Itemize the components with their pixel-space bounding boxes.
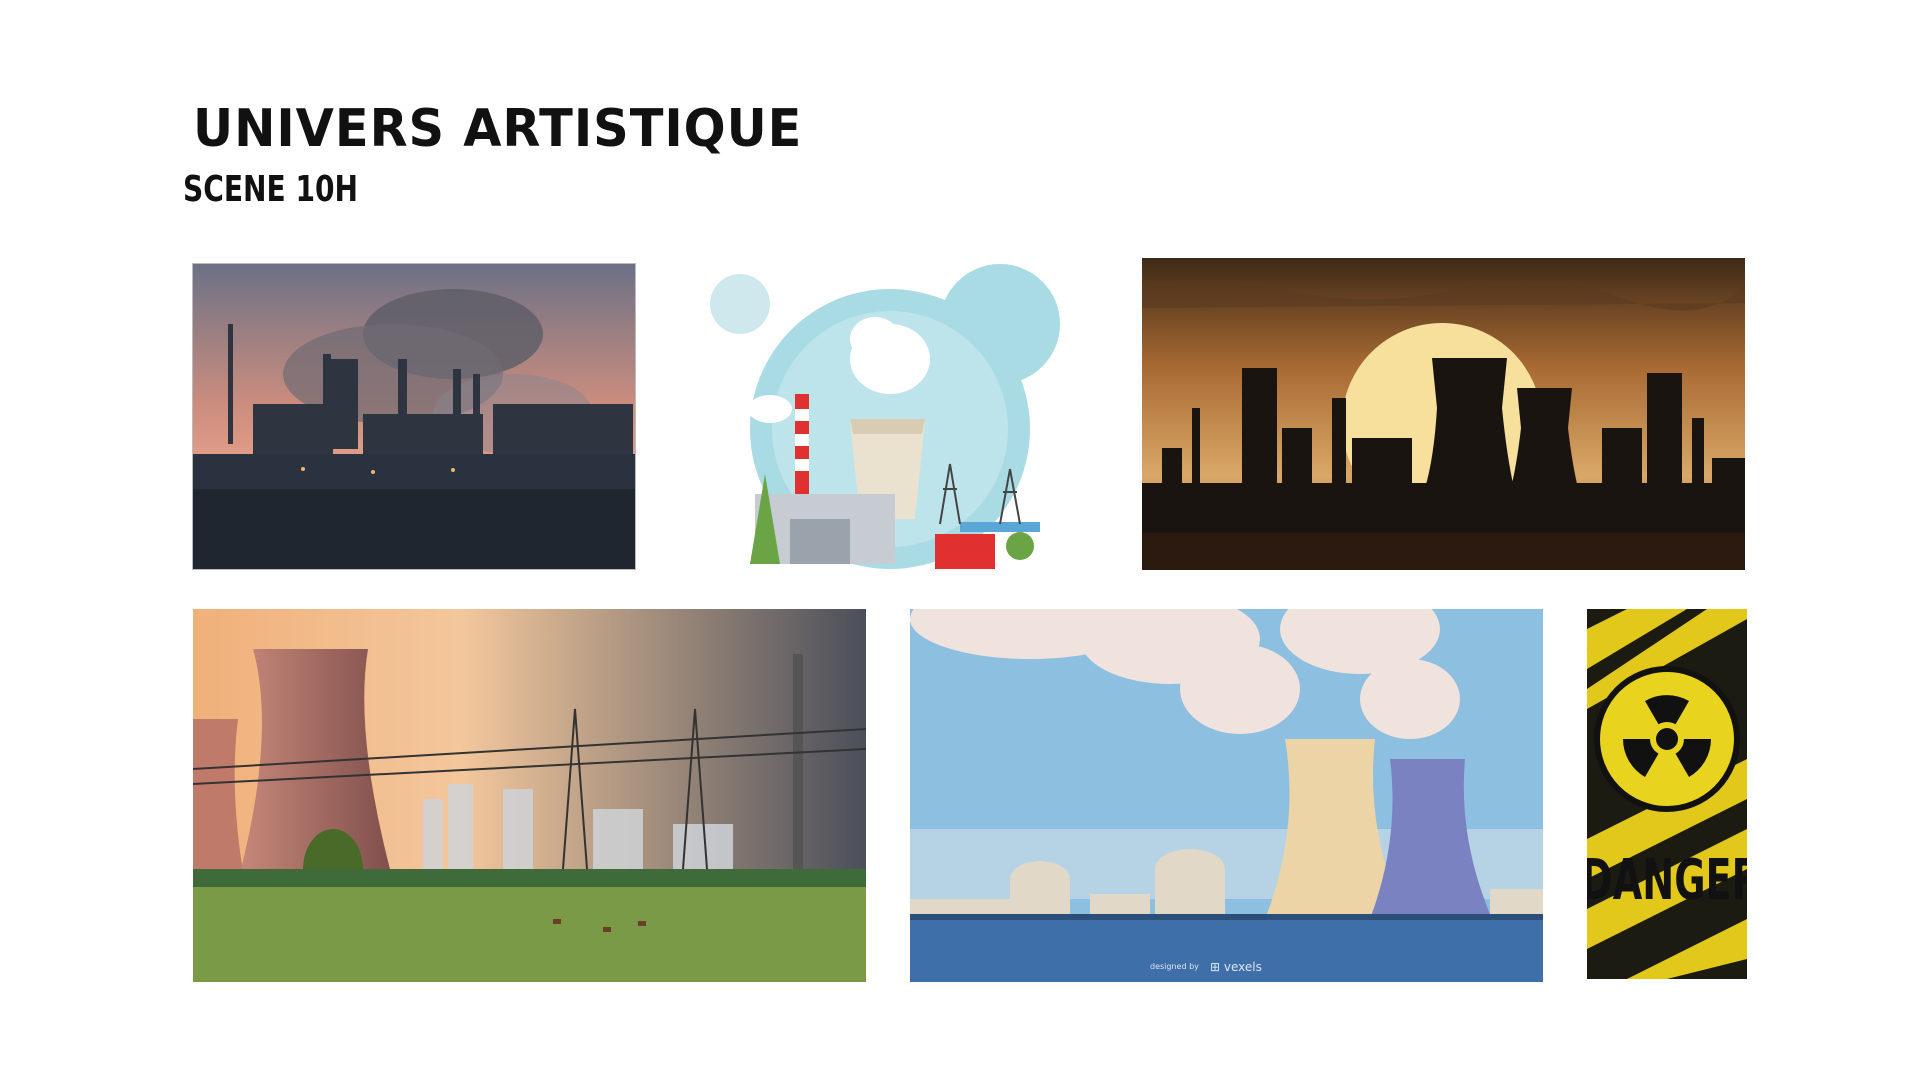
nuclear-plant-sea-illustration: designed by ⊞ vexels [910,609,1543,982]
radiation-danger-sign: DANGER [1587,609,1747,979]
danger-text: DANGER [1587,848,1747,913]
factory-smoke-photo [192,263,636,570]
vexels-brand: ⊞ vexels [1210,960,1262,974]
power-plant-illustration [700,264,1080,569]
page-title: UNIVERS ARTISTIQUE [193,99,803,159]
scene-subtitle: SCENE 10H [183,169,359,210]
nuclear-plant-field-photo [193,609,866,982]
cooling-towers-silhouette [1142,258,1745,570]
vexels-watermark: designed by [1150,962,1199,971]
